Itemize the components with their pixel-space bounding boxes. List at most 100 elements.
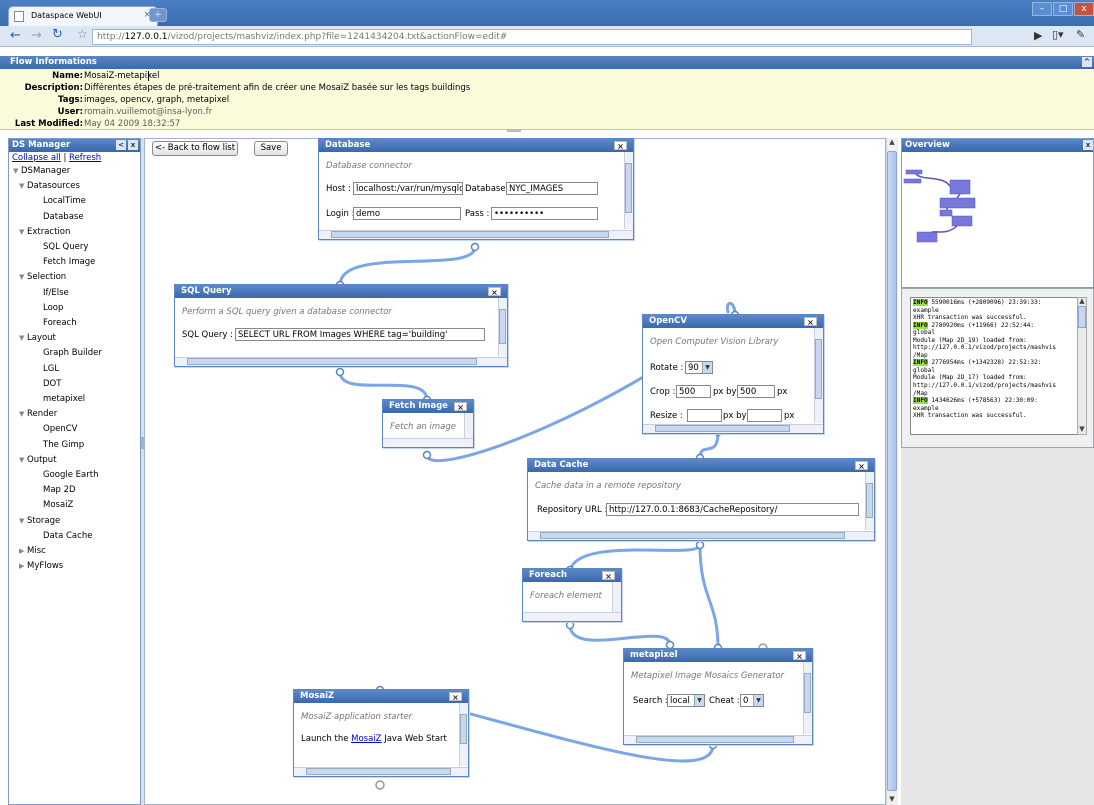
page-menu-icon[interactable]: ▯▾ xyxy=(1052,28,1064,41)
save-button[interactable]: Save xyxy=(254,141,288,156)
pass-input[interactable]: •••••••••• xyxy=(491,207,598,220)
expand-triangle-icon[interactable]: ▼ xyxy=(19,410,27,418)
tree-item[interactable]: ▼ Datasources xyxy=(19,181,80,191)
tree-item[interactable]: ▼ DSManager xyxy=(13,166,70,176)
login-input[interactable]: demo xyxy=(353,207,461,220)
browser-tab[interactable]: Dataspace WebUI × xyxy=(8,6,158,26)
back-to-flow-list-button[interactable]: <- Back to flow list xyxy=(152,141,238,156)
expand-triangle-icon[interactable]: ▼ xyxy=(19,334,27,342)
collapsed-triangle-icon[interactable]: ▶ xyxy=(19,562,27,570)
refresh-link[interactable]: Refresh xyxy=(69,153,101,163)
tree-item[interactable]: Google Earth xyxy=(43,470,98,480)
tree-item[interactable]: Data Cache xyxy=(43,531,92,541)
vertical-scrollbar[interactable] xyxy=(612,582,621,612)
go-icon[interactable]: ▶ xyxy=(1034,29,1042,42)
tree-item[interactable]: DOT xyxy=(43,379,61,389)
horizontal-scroll-thumb[interactable] xyxy=(306,768,451,775)
horizontal-scroll-thumb[interactable] xyxy=(187,358,477,365)
tree-item[interactable]: ▼ Selection xyxy=(19,272,66,282)
database-module[interactable]: Database × Database connector Host : loca… xyxy=(318,138,634,240)
tree-item[interactable]: Graph Builder xyxy=(43,348,102,358)
expand-triangle-icon[interactable]: ▼ xyxy=(19,228,27,236)
expand-triangle-icon[interactable]: ▼ xyxy=(19,182,27,190)
tree-item[interactable]: Loop xyxy=(43,303,63,313)
tree-item[interactable]: OpenCV xyxy=(43,424,77,434)
foreach-titlebar[interactable]: Foreach × xyxy=(523,569,621,582)
tree-item[interactable]: Fetch Image xyxy=(43,257,95,267)
expand-triangle-icon[interactable]: ▼ xyxy=(19,456,27,464)
back-arrow-icon[interactable]: ← xyxy=(10,28,21,43)
log-scroll-thumb[interactable] xyxy=(1078,306,1086,328)
tree-item[interactable]: LGL xyxy=(43,364,59,374)
close-icon[interactable]: × xyxy=(804,317,817,327)
metapixel-module[interactable]: metapixel × Metapixel Image Mosaics Gener… xyxy=(623,648,813,745)
resize-width-input[interactable] xyxy=(687,409,722,422)
tree-item[interactable]: ▼ Storage xyxy=(19,516,60,526)
tree-item[interactable]: Map 2D xyxy=(43,485,76,495)
collapse-all-link[interactable]: Collapse all xyxy=(12,153,61,163)
vertical-scroll-thumb[interactable] xyxy=(804,673,811,713)
tree-item[interactable]: Foreach xyxy=(43,318,77,328)
close-icon[interactable]: × xyxy=(614,141,627,151)
opencv-titlebar[interactable]: OpenCV × xyxy=(643,315,823,328)
sql-query-module[interactable]: SQL Query × Perform a SQL query given a d… xyxy=(174,284,508,367)
metapixel-titlebar[interactable]: metapixel × xyxy=(624,649,812,662)
horizontal-scrollbar[interactable] xyxy=(383,438,473,447)
tree-item[interactable]: If/Else xyxy=(43,288,69,298)
database-titlebar[interactable]: Database × xyxy=(319,139,633,152)
sql-query-titlebar[interactable]: SQL Query × xyxy=(175,285,507,298)
horizontal-scroll-thumb[interactable] xyxy=(636,736,794,743)
cheat-select[interactable]: 0 ▼ xyxy=(740,694,764,707)
reload-icon[interactable]: ↻ xyxy=(52,27,63,42)
horizontal-scrollbar[interactable] xyxy=(523,612,621,621)
mosaiz-module[interactable]: MosaiZ × MosaiZ application starter Launc… xyxy=(293,689,469,777)
foreach-module[interactable]: Foreach × Foreach element xyxy=(522,568,622,622)
data-cache-module[interactable]: Data Cache × Cache data in a remote repos… xyxy=(527,458,875,541)
tree-item[interactable]: ▼ Output xyxy=(19,455,57,465)
close-window-button[interactable]: x xyxy=(1074,2,1094,16)
vertical-scroll-thumb[interactable] xyxy=(460,714,467,744)
expand-triangle-icon[interactable]: ▼ xyxy=(13,167,21,175)
fetch-image-titlebar[interactable]: Fetch Image × xyxy=(383,400,473,413)
opencv-module[interactable]: OpenCV × Open Computer Vision Library Rot… xyxy=(642,314,824,434)
close-panel-icon[interactable]: x xyxy=(128,140,138,150)
canvas-scroll-thumb[interactable] xyxy=(887,151,897,791)
crop-width-input[interactable]: 500 xyxy=(676,385,711,398)
horizontal-scroll-thumb[interactable] xyxy=(540,532,845,539)
close-icon[interactable]: × xyxy=(488,287,501,297)
forward-arrow-icon[interactable]: → xyxy=(31,28,42,43)
expand-triangle-icon[interactable]: ▼ xyxy=(19,517,27,525)
host-input[interactable]: localhost:/var/run/mysqld_ xyxy=(353,182,463,195)
crop-height-input[interactable]: 500 xyxy=(737,385,775,398)
tree-item[interactable]: ▶ MyFlows xyxy=(19,561,63,571)
collapse-icon[interactable]: ^ xyxy=(1082,57,1092,67)
data-cache-titlebar[interactable]: Data Cache × xyxy=(528,459,874,472)
maximize-window-button[interactable]: □ xyxy=(1053,2,1073,16)
tree-item[interactable]: Database xyxy=(43,212,84,222)
close-icon[interactable]: × xyxy=(602,571,615,581)
close-icon[interactable]: x xyxy=(1083,140,1093,150)
scroll-up-icon[interactable]: ▲ xyxy=(886,138,898,146)
vertical-scroll-thumb[interactable] xyxy=(815,339,822,399)
overview-minimap[interactable] xyxy=(902,153,1093,288)
collapsed-triangle-icon[interactable]: ▶ xyxy=(19,547,27,555)
search-select[interactable]: local ▼ xyxy=(667,694,705,707)
tree-item[interactable]: ▶ Misc xyxy=(19,546,46,556)
close-icon[interactable]: × xyxy=(793,651,806,661)
collapse-panel-icon[interactable]: < xyxy=(116,140,126,150)
minimize-window-button[interactable]: – xyxy=(1032,2,1052,16)
close-icon[interactable]: × xyxy=(855,461,868,471)
wrench-icon[interactable]: ✎ xyxy=(1076,28,1085,41)
database-input[interactable]: NYC_IMAGES xyxy=(506,182,598,195)
scroll-down-icon[interactable]: ▼ xyxy=(1077,425,1087,433)
close-icon[interactable]: × xyxy=(454,402,467,412)
vertical-scroll-thumb[interactable] xyxy=(499,309,506,344)
expand-triangle-icon[interactable]: ▼ xyxy=(19,273,27,281)
scroll-up-icon[interactable]: ▲ xyxy=(1077,297,1087,305)
tree-item[interactable]: metapixel xyxy=(43,394,85,404)
horizontal-splitter-handle[interactable] xyxy=(507,129,521,132)
vertical-scroll-thumb[interactable] xyxy=(866,483,873,518)
tree-item[interactable]: ▼ Render xyxy=(19,409,57,419)
flow-tags-value[interactable]: images, opencv, graph, metapixel xyxy=(84,95,229,105)
resize-height-input[interactable] xyxy=(747,409,782,422)
